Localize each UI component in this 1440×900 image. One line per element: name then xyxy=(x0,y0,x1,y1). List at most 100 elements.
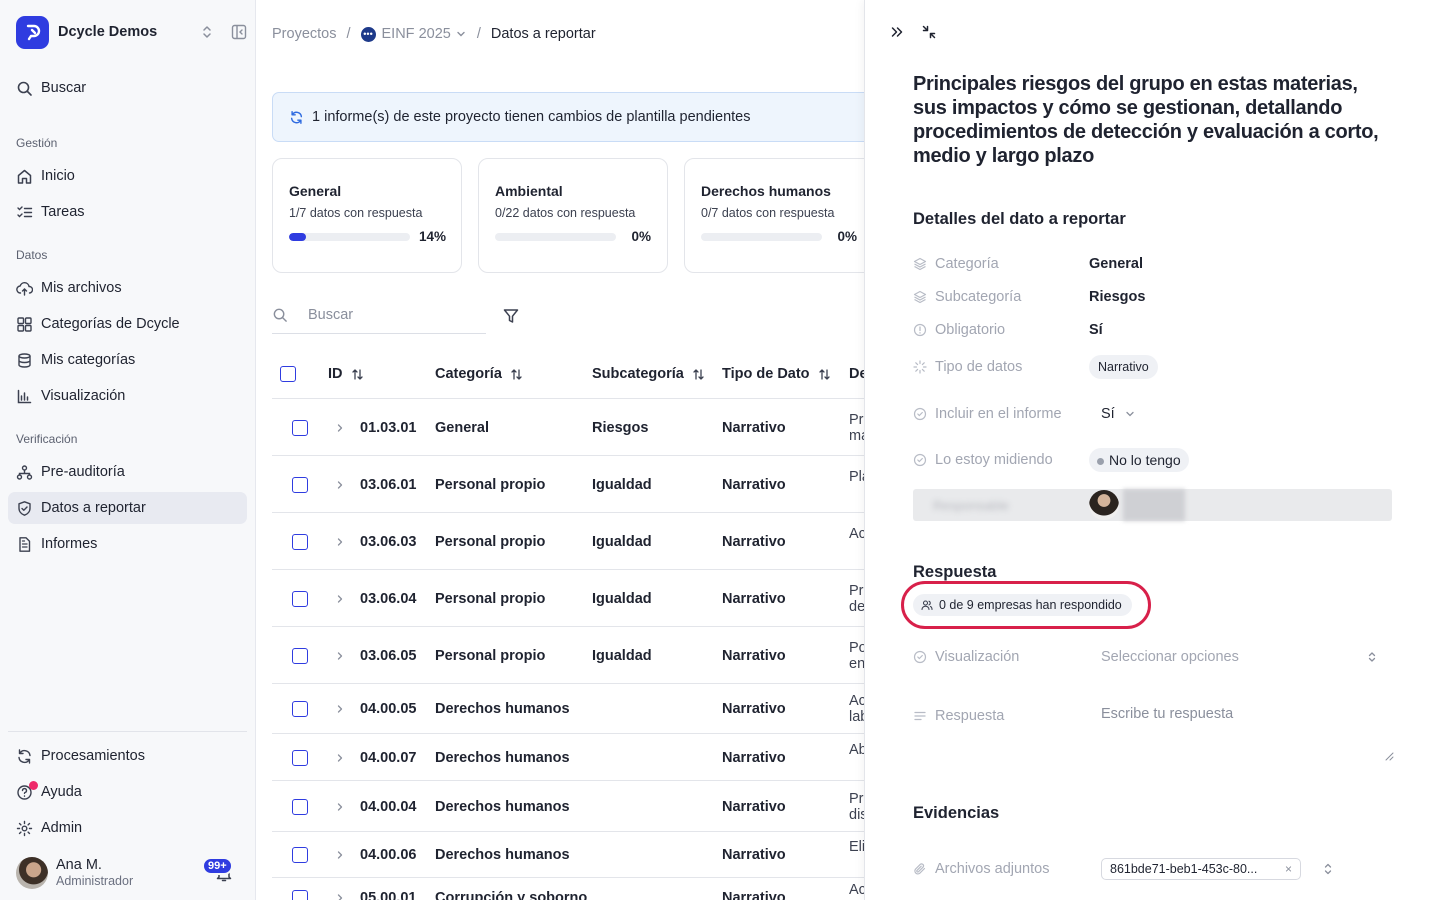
sidebar-item-inicio[interactable]: Inicio xyxy=(8,160,247,192)
chevron-right-icon[interactable] xyxy=(334,849,346,861)
table-row[interactable]: 05.00.01 Corrupción y soborno Narrativo Ac xyxy=(272,878,864,900)
chevron-down-icon[interactable] xyxy=(455,28,467,40)
chevrons-right-icon[interactable] xyxy=(889,24,905,40)
measuring-status-chip[interactable]: No lo tengo xyxy=(1089,448,1189,472)
row-checkbox[interactable] xyxy=(292,890,308,900)
table-row[interactable]: 03.06.05 Personal propio Igualdad Narrativo… xyxy=(272,627,864,684)
column-header-id[interactable]: ID xyxy=(328,366,364,382)
file-name: 861bde71-beb1-453c-80... xyxy=(1110,862,1258,876)
sidebar-item-datos-reportar[interactable]: Datos a reportar xyxy=(8,492,247,524)
sidebar-search[interactable]: Buscar xyxy=(8,72,247,104)
cell-subcategoria: Igualdad xyxy=(592,648,652,664)
workspace-switcher[interactable]: Dcycle Demos xyxy=(16,15,248,49)
chevron-right-icon[interactable] xyxy=(334,650,346,662)
chevron-right-icon[interactable] xyxy=(334,801,346,813)
details-heading: Detalles del dato a reportar xyxy=(913,210,1126,228)
cell-subcategoria: Igualdad xyxy=(592,591,652,607)
chevron-updown-icon[interactable] xyxy=(1321,861,1335,877)
sort-icon[interactable] xyxy=(351,368,364,381)
hierarchy-icon xyxy=(16,464,33,481)
card-percent: 0% xyxy=(631,229,651,244)
include-select[interactable]: Sí xyxy=(1089,406,1136,422)
table-row[interactable]: 01.03.01 General Riesgos Narrativo Prima xyxy=(272,399,864,456)
column-header-subcategoria[interactable]: Subcategoría xyxy=(592,366,705,382)
filter-icon[interactable] xyxy=(502,307,520,325)
sidebar-item-categorias-dcycle[interactable]: Categorías de Dcycle xyxy=(8,308,247,340)
sort-icon[interactable] xyxy=(692,368,705,381)
chevron-right-icon[interactable] xyxy=(334,536,346,548)
sort-icon[interactable] xyxy=(818,368,831,381)
column-header-categoria[interactable]: Categoría xyxy=(435,366,523,382)
chevron-right-icon[interactable] xyxy=(334,593,346,605)
template-changes-banner[interactable]: 1 informe(s) de este proyecto tienen cam… xyxy=(272,92,864,142)
table-row[interactable]: 04.00.07 Derechos humanos Narrativo Ab xyxy=(272,734,864,781)
notification-count-badge: 99+ xyxy=(202,857,233,875)
row-checkbox[interactable] xyxy=(292,847,308,863)
banner-text: 1 informe(s) de este proyecto tienen cam… xyxy=(312,109,751,125)
chevron-right-icon[interactable] xyxy=(334,479,346,491)
sidebar-item-visualizacion[interactable]: Visualización xyxy=(8,380,247,412)
close-icon[interactable]: × xyxy=(1285,862,1292,876)
sidebar-item-informes[interactable]: Informes xyxy=(8,528,247,560)
sidebar-item-admin[interactable]: Admin xyxy=(8,812,247,844)
sidebar-item-mis-archivos[interactable]: Mis archivos xyxy=(8,272,247,304)
column-header-tipo[interactable]: Tipo de Dato xyxy=(722,366,831,382)
cell-descripcion-line: de xyxy=(849,599,864,615)
row-checkbox[interactable] xyxy=(292,477,308,493)
collapse-sidebar-icon[interactable] xyxy=(230,23,248,41)
table-row[interactable]: 04.00.05 Derechos humanos Narrativo Aclab xyxy=(272,684,864,734)
column-header-descripcion[interactable]: De xyxy=(849,366,864,382)
row-checkbox[interactable] xyxy=(292,648,308,664)
cell-tipo: Narrativo xyxy=(722,799,786,815)
cell-id: 04.00.07 xyxy=(360,750,417,766)
sidebar-item-mis-categorias[interactable]: Mis categorías xyxy=(8,344,247,376)
sidebar-item-tareas[interactable]: Tareas xyxy=(8,196,247,228)
sort-icon[interactable] xyxy=(510,368,523,381)
prop-label: Subcategoría xyxy=(935,289,1022,305)
chevron-updown-icon[interactable] xyxy=(198,23,216,41)
cell-descripcion-line: en xyxy=(849,656,864,672)
table-row[interactable]: 03.06.03 Personal propio Igualdad Narrativo… xyxy=(272,513,864,570)
responsable-row-blurred[interactable]: Responsable xyxy=(913,489,1392,521)
chevron-right-icon[interactable] xyxy=(334,892,346,900)
progress-card-ambiental[interactable]: Ambiental 0/22 datos con respuesta 0% xyxy=(478,158,668,273)
breadcrumb-projects-link[interactable]: Proyectos xyxy=(272,26,336,42)
progress-card-general[interactable]: General 1/7 datos con respuesta 14% xyxy=(272,158,462,273)
attached-file-tag[interactable]: 861bde71-beb1-453c-80... × xyxy=(1101,858,1301,880)
row-checkbox[interactable] xyxy=(292,799,308,815)
row-checkbox[interactable] xyxy=(292,701,308,717)
responsable-name-redacted xyxy=(1123,489,1185,521)
shield-check-icon xyxy=(16,500,33,517)
row-checkbox[interactable] xyxy=(292,420,308,436)
chevron-right-icon[interactable] xyxy=(334,703,346,715)
cell-tipo: Narrativo xyxy=(722,890,786,900)
notification-dot xyxy=(29,781,38,790)
user-menu[interactable]: Ana M. Administrador 99+ xyxy=(16,856,248,890)
search-input[interactable] xyxy=(308,307,478,323)
table-row[interactable]: 03.06.01 Personal propio Igualdad Narrativo… xyxy=(272,456,864,513)
select-all-checkbox[interactable] xyxy=(280,366,296,382)
sidebar-item-label: Visualización xyxy=(41,388,126,404)
sidebar-item-procesamientos[interactable]: Procesamientos xyxy=(8,740,247,772)
notifications-button[interactable]: 99+ xyxy=(202,857,234,883)
sidebar-item-preauditoria[interactable]: Pre-auditoría xyxy=(8,456,247,488)
row-checkbox[interactable] xyxy=(292,591,308,607)
cell-descripcion: Prodis xyxy=(849,791,864,823)
table-row[interactable]: 03.06.04 Personal propio Igualdad Narrativo… xyxy=(272,570,864,627)
row-checkbox[interactable] xyxy=(292,534,308,550)
progress-card-derechos-humanos[interactable]: Derechos humanos 0/7 datos con respuesta… xyxy=(684,158,864,273)
chevron-right-icon[interactable] xyxy=(334,422,346,434)
cell-categoria: Personal propio xyxy=(435,477,546,493)
table-row[interactable]: 04.00.06 Derechos humanos Narrativo Eli xyxy=(272,832,864,878)
cell-categoria: Personal propio xyxy=(435,534,546,550)
minimize-icon[interactable] xyxy=(921,24,937,40)
breadcrumb-project-link[interactable]: EINF 2025 xyxy=(382,26,451,42)
resize-handle-icon[interactable] xyxy=(1385,752,1394,761)
table-row[interactable]: 04.00.04 Derechos humanos Narrativo Prodis xyxy=(272,781,864,832)
card-percent: 0% xyxy=(837,229,857,244)
respuesta-textarea[interactable] xyxy=(1101,700,1393,762)
chevron-right-icon[interactable] xyxy=(334,752,346,764)
visualizacion-select[interactable]: Seleccionar opciones xyxy=(1101,645,1393,669)
sidebar-item-ayuda[interactable]: Ayuda xyxy=(8,776,247,808)
row-checkbox[interactable] xyxy=(292,750,308,766)
